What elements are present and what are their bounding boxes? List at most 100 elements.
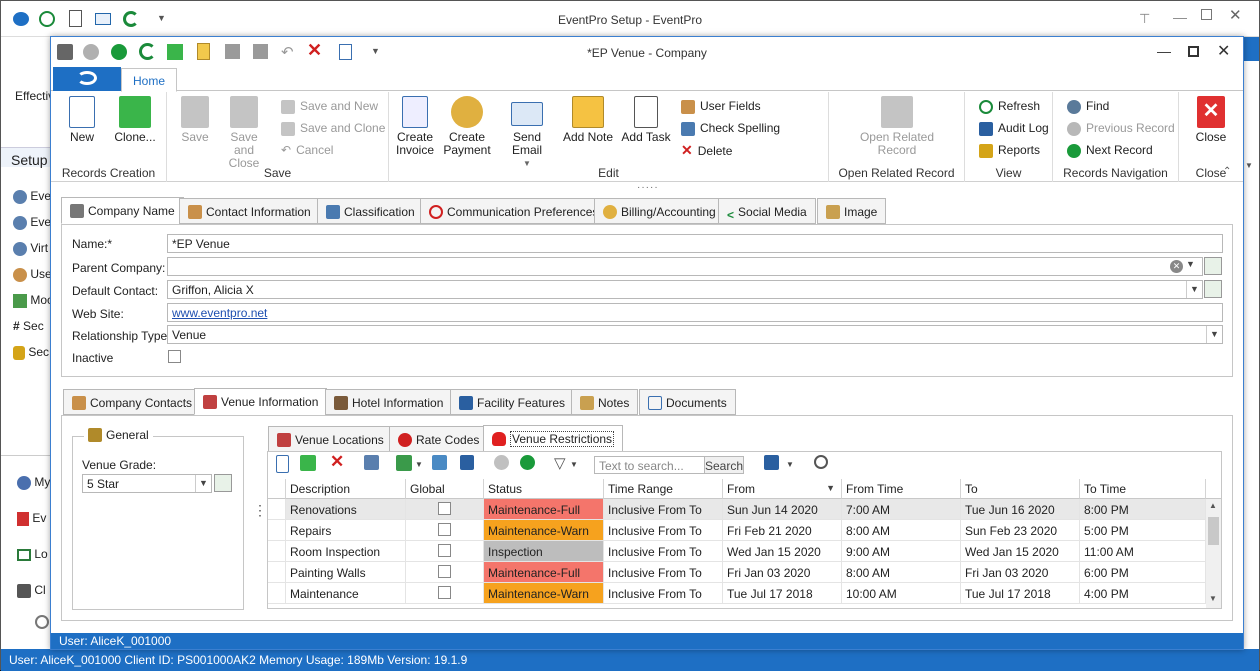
- find-button[interactable]: Find: [1067, 96, 1109, 116]
- grid-search-input[interactable]: Text to search...: [594, 456, 704, 474]
- save-layout-icon[interactable]: [764, 455, 779, 470]
- venue-grade-field[interactable]: 5 Star ▼: [82, 474, 212, 493]
- cell-to[interactable]: Fri Jan 03 2020: [961, 562, 1080, 583]
- tab-company-contacts[interactable]: Company Contacts: [63, 389, 202, 415]
- next-record-button[interactable]: Next Record: [1067, 140, 1153, 160]
- chevron-down-icon[interactable]: ▼: [195, 475, 211, 492]
- send-email-button[interactable]: Send Email ▼: [497, 96, 557, 170]
- cell-to-time[interactable]: 4:00 PM: [1080, 583, 1206, 604]
- tab-communication-preferences[interactable]: Communication Preferences: [420, 198, 608, 224]
- row-indicator[interactable]: [268, 520, 286, 541]
- cell-status[interactable]: Inspection: [484, 541, 604, 562]
- cell-to-time[interactable]: 8:00 PM: [1080, 499, 1206, 520]
- cell-time-range[interactable]: Inclusive From To: [604, 583, 723, 604]
- column-description[interactable]: Description: [286, 479, 406, 499]
- column-to[interactable]: To: [961, 479, 1080, 499]
- clear-icon[interactable]: ✕: [1170, 260, 1183, 273]
- layout-icon[interactable]: [460, 455, 474, 470]
- outer-nav-item[interactable]: Virt: [13, 241, 48, 256]
- delete-button[interactable]: ✕ Delete: [681, 140, 732, 160]
- chevron-down-icon[interactable]: ▼: [415, 460, 423, 469]
- scrollbar-thumb[interactable]: [1208, 517, 1219, 545]
- cell-to-time[interactable]: 11:00 AM: [1080, 541, 1206, 562]
- outer-nav-item[interactable]: Use: [13, 267, 52, 282]
- grid-search-button[interactable]: Search: [704, 456, 744, 474]
- outer-nav-item[interactable]: Moc: [13, 293, 53, 308]
- save-and-close-button[interactable]: Save and Close: [219, 96, 269, 170]
- tab-rate-codes[interactable]: Rate Codes: [389, 426, 489, 452]
- previous-record-button[interactable]: Previous Record: [1067, 118, 1175, 138]
- cell-to-time[interactable]: 6:00 PM: [1080, 562, 1206, 583]
- chevron-down-icon[interactable]: ▼: [1206, 326, 1222, 343]
- create-invoice-button[interactable]: Create Invoice: [395, 96, 435, 157]
- global-checkbox[interactable]: [438, 544, 451, 557]
- refresh-button[interactable]: Refresh: [979, 96, 1040, 116]
- scroll-down-icon[interactable]: ▼: [1209, 594, 1217, 603]
- cell-time-range[interactable]: Inclusive From To: [604, 541, 723, 562]
- cell-time-range[interactable]: Inclusive From To: [604, 520, 723, 541]
- chevron-down-icon[interactable]: ▼: [1186, 259, 1195, 269]
- relationship-type-field[interactable]: Venue ▼: [167, 325, 1223, 344]
- maximize-icon[interactable]: [1188, 46, 1199, 57]
- column-to-time[interactable]: To Time: [1080, 479, 1206, 499]
- cell-to[interactable]: Wed Jan 15 2020: [961, 541, 1080, 562]
- web-site-field[interactable]: www.eventpro.net: [167, 303, 1223, 322]
- tab-notes[interactable]: Notes: [571, 389, 639, 415]
- tab-facility-features[interactable]: Facility Features: [450, 389, 575, 415]
- open-related-record-button[interactable]: Open Related Record: [847, 96, 947, 157]
- tab-social-media[interactable]: < Social Media: [718, 198, 816, 224]
- grid-edit-icon[interactable]: [364, 455, 379, 470]
- cell-global[interactable]: [406, 499, 484, 520]
- cell-description[interactable]: Painting Walls: [286, 562, 406, 583]
- cell-from-time[interactable]: 10:00 AM: [842, 583, 961, 604]
- cell-global[interactable]: [406, 583, 484, 604]
- new-button[interactable]: New: [59, 96, 105, 144]
- close-icon[interactable]: ✕: [1217, 41, 1230, 61]
- outer-nav-item[interactable]: Lo: [17, 547, 48, 561]
- save-and-clone-button[interactable]: Save and Clone: [281, 118, 385, 138]
- cell-description[interactable]: Maintenance: [286, 583, 406, 604]
- add-task-button[interactable]: Add Task: [619, 96, 673, 144]
- cell-global[interactable]: [406, 541, 484, 562]
- user-fields-button[interactable]: User Fields: [681, 96, 761, 116]
- cell-from[interactable]: Tue Jul 17 2018: [723, 583, 842, 604]
- cell-to[interactable]: Tue Jul 17 2018: [961, 583, 1080, 604]
- splitter-handle[interactable]: ·····: [637, 182, 659, 193]
- outer-nav-item[interactable]: Cl: [17, 583, 46, 598]
- inactive-checkbox[interactable]: [168, 350, 181, 363]
- cell-to-time[interactable]: 5:00 PM: [1080, 520, 1206, 541]
- search-icon[interactable]: [814, 455, 828, 469]
- outer-nav-item[interactable]: Ev: [17, 511, 46, 526]
- reports-button[interactable]: Reports: [979, 140, 1040, 160]
- grid-columns-icon[interactable]: [396, 455, 412, 471]
- new-row-icon[interactable]: [276, 455, 289, 473]
- tab-documents[interactable]: Documents: [639, 389, 736, 415]
- tab-venue-information[interactable]: Venue Information: [194, 388, 328, 415]
- cell-description[interactable]: Room Inspection: [286, 541, 406, 562]
- cell-to[interactable]: Sun Feb 23 2020: [961, 520, 1080, 541]
- cell-from-time[interactable]: 7:00 AM: [842, 499, 961, 520]
- chevron-down-icon[interactable]: ▼: [570, 460, 578, 469]
- outer-nav-item[interactable]: Sec: [13, 345, 49, 360]
- cancel-button[interactable]: ↶ Cancel: [281, 140, 333, 160]
- move-up-icon[interactable]: [494, 455, 509, 470]
- lookup-icon[interactable]: [214, 474, 232, 492]
- scroll-up-icon[interactable]: ▲: [1209, 501, 1217, 510]
- cell-description[interactable]: Repairs: [286, 520, 406, 541]
- cell-from[interactable]: Fri Jan 03 2020: [723, 562, 842, 583]
- cell-from-time[interactable]: 8:00 AM: [842, 520, 961, 541]
- cell-from[interactable]: Fri Feb 21 2020: [723, 520, 842, 541]
- cell-global[interactable]: [406, 520, 484, 541]
- global-checkbox[interactable]: [438, 523, 451, 536]
- cell-status[interactable]: Maintenance-Warn: [484, 583, 604, 604]
- tab-image[interactable]: Image: [817, 198, 887, 224]
- cell-from-time[interactable]: 9:00 AM: [842, 541, 961, 562]
- outer-nav-item[interactable]: Eve: [13, 189, 51, 204]
- collapse-ribbon-icon[interactable]: ⌃: [1223, 166, 1231, 177]
- close-icon[interactable]: ✕: [1229, 6, 1242, 24]
- outer-nav-item[interactable]: Eve: [13, 215, 51, 230]
- lookup-icon[interactable]: [1204, 280, 1222, 298]
- cell-status[interactable]: Maintenance-Warn: [484, 520, 604, 541]
- tab-home[interactable]: Home: [121, 68, 177, 92]
- cell-to[interactable]: Tue Jun 16 2020: [961, 499, 1080, 520]
